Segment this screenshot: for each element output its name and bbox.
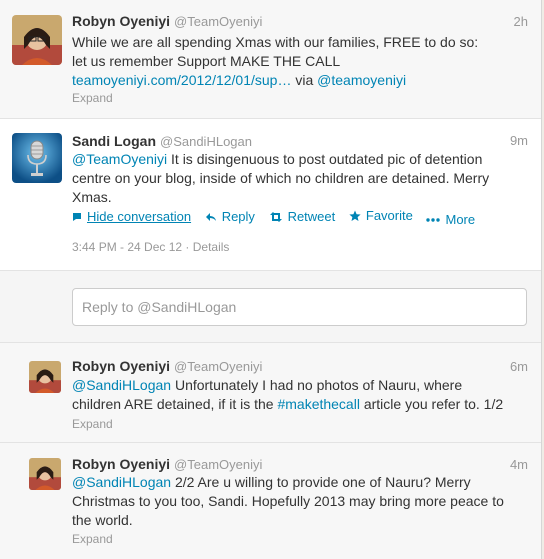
avatar-image <box>12 15 62 65</box>
tweet-text-line: @SandiHLogan Unfortunately I had no phot… <box>72 376 530 395</box>
expand-link[interactable]: Expand <box>72 532 113 546</box>
hashtag-link[interactable]: #makethecall <box>277 396 360 412</box>
favorite-label: Favorite <box>365 208 413 223</box>
speech-bubble-icon <box>73 212 81 221</box>
tweet-time[interactable]: 6m <box>510 359 528 374</box>
retweet-button[interactable]: Retweet <box>269 209 336 224</box>
tweet-text: While we are all spending Xmas with our … <box>72 33 530 90</box>
avatar[interactable] <box>12 133 62 183</box>
meta-separator: · <box>182 240 193 254</box>
avatar[interactable] <box>29 361 61 393</box>
author-handle[interactable]: @TeamOyeniyi <box>174 14 262 29</box>
hide-conversation-label: Hide conversation <box>87 209 192 224</box>
avatar-image <box>29 361 61 393</box>
tweet-meta: 3:44 PM - 24 Dec 12 · Details <box>72 240 229 254</box>
mention-link[interactable]: @TeamOyeniyi <box>72 151 167 167</box>
reply-label: Reply <box>221 209 255 224</box>
microphone-avatar-image <box>12 133 62 183</box>
author-handle[interactable]: @SandiHLogan <box>160 134 252 149</box>
tweet-stream: Robyn Oyeniyi @TeamOyeniyi 2h While we ar… <box>0 0 542 559</box>
author-name[interactable]: Robyn Oyeniyi <box>72 13 170 29</box>
tweet-item[interactable]: Robyn Oyeniyi @TeamOyeniyi 2h While we ar… <box>0 0 541 119</box>
tweet-item[interactable]: Robyn Oyeniyi @TeamOyeniyi 6m @SandiHLoga… <box>0 343 541 443</box>
tweet-text-line: Christmas to you too, Sandi. Hopefully 2… <box>72 493 504 509</box>
star-icon <box>349 210 361 221</box>
tweet-text-line: centre on your blog, inside of which no … <box>72 170 490 186</box>
more-dots-icon <box>426 217 441 222</box>
tweet-header: Sandi Logan @SandiHLogan <box>72 133 252 149</box>
tweet-time[interactable]: 2h <box>514 14 528 29</box>
tweet-text-fragment: It is disingenuous to post outdated pic … <box>167 151 483 167</box>
hide-conversation-button[interactable]: Hide conversation <box>72 209 191 224</box>
expand-link[interactable]: Expand <box>72 91 113 105</box>
mention-link[interactable]: @SandiHLogan <box>72 474 171 490</box>
tweet-actions: Hide conversation Reply Retweet Favorite… <box>72 208 485 227</box>
tweet-header: Robyn Oyeniyi @TeamOyeniyi <box>72 13 262 29</box>
tweet-text-line: children ARE detained, if it is the #mak… <box>72 395 530 414</box>
tweet-text: @TeamOyeniyi It is disingenuous to post … <box>72 150 530 207</box>
tweet-text-line: let us remember Support MAKE THE CALL <box>72 53 341 69</box>
reply-input[interactable]: Reply to @SandiHLogan <box>72 288 527 326</box>
tweet-time[interactable]: 9m <box>510 133 528 148</box>
via-mention-link[interactable]: @teamoyeniyi <box>317 72 406 88</box>
avatar[interactable] <box>29 458 61 490</box>
tweet-item[interactable]: Robyn Oyeniyi @TeamOyeniyi 4m @SandiHLoga… <box>0 443 541 559</box>
mention-link[interactable]: @SandiHLogan <box>72 377 171 393</box>
more-label: More <box>445 212 476 227</box>
author-name[interactable]: Robyn Oyeniyi <box>72 358 170 374</box>
tweet-header: Robyn Oyeniyi @TeamOyeniyi <box>72 358 262 374</box>
tweet-text-fragment: children ARE detained, if it is the <box>72 396 278 412</box>
tweet-text-line: teamoyeniyi.com/2012/12/01/sup… via @tea… <box>72 71 530 90</box>
tweet-time[interactable]: 4m <box>510 457 528 472</box>
author-name[interactable]: Robyn Oyeniyi <box>72 456 170 472</box>
tweet-item-expanded[interactable]: Sandi Logan @SandiHLogan 9m @TeamOyeniyi … <box>0 119 541 271</box>
retweet-label: Retweet <box>287 209 336 224</box>
tweet-text-fragment: Unfortunately I had no photos of Nauru, … <box>171 377 463 393</box>
tweet-text: @SandiHLogan 2/2 Are u willing to provid… <box>72 473 530 530</box>
tweet-url-link[interactable]: teamoyeniyi.com/2012/12/01/sup… <box>72 72 291 88</box>
tweet-text-line: @TeamOyeniyi It is disingenuous to post … <box>72 150 530 169</box>
avatar[interactable] <box>12 15 62 65</box>
author-handle[interactable]: @TeamOyeniyi <box>174 359 262 374</box>
tweet-header: Robyn Oyeniyi @TeamOyeniyi <box>72 456 262 472</box>
tweet-text-line: Xmas. <box>72 189 112 205</box>
tweet-timestamp[interactable]: 3:44 PM - 24 Dec 12 <box>72 240 182 254</box>
tweet-text-line: the world. <box>72 512 133 528</box>
avatar-image <box>29 458 61 490</box>
reply-button[interactable]: Reply <box>205 209 255 224</box>
favorite-button[interactable]: Favorite <box>349 208 413 223</box>
retweet-icon <box>269 211 282 222</box>
tweet-text-line: @SandiHLogan 2/2 Are u willing to provid… <box>72 473 530 492</box>
author-name[interactable]: Sandi Logan <box>72 133 156 149</box>
more-button[interactable]: More <box>426 212 475 227</box>
tweet-text: @SandiHLogan Unfortunately I had no phot… <box>72 376 530 414</box>
tweet-text-fragment: 2/2 Are u willing to provide one of Naur… <box>171 474 471 490</box>
via-text: via <box>291 72 318 88</box>
tweet-text-line: While we are all spending Xmas with our … <box>72 34 479 50</box>
author-handle[interactable]: @TeamOyeniyi <box>174 457 262 472</box>
reply-area: Reply to @SandiHLogan <box>0 271 541 343</box>
tweet-text-fragment: article you refer to. 1/2 <box>359 396 504 412</box>
reply-arrow-icon <box>205 212 216 221</box>
expand-link[interactable]: Expand <box>72 417 113 431</box>
details-link[interactable]: Details <box>193 240 230 254</box>
